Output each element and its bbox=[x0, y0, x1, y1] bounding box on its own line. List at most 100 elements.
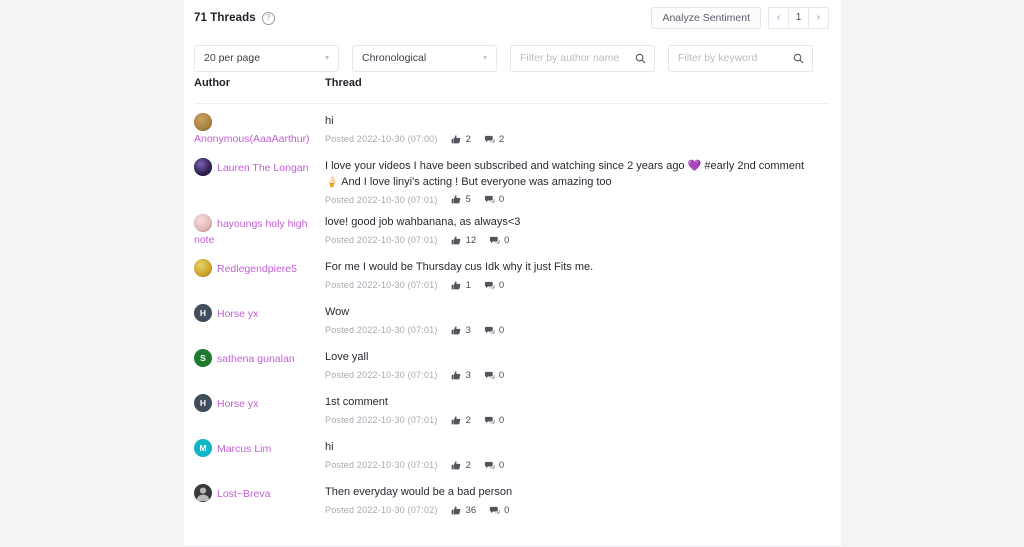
thread-author-cell: H Horse yx bbox=[194, 304, 325, 340]
comment-count: 0 bbox=[489, 505, 509, 516]
comment-count: 0 bbox=[489, 235, 509, 246]
column-header-thread: Thread bbox=[325, 77, 362, 89]
question-circle-icon[interactable]: ? bbox=[261, 11, 275, 25]
per-page-select-value: 20 per page bbox=[204, 52, 261, 64]
comment-bubble-icon bbox=[484, 280, 495, 291]
toolbar-actions: Analyze Sentiment ‹ 1 › bbox=[651, 7, 829, 29]
author-filter-box[interactable] bbox=[510, 44, 655, 72]
comment-bubble-icon bbox=[484, 370, 495, 381]
like-count-value: 36 bbox=[465, 504, 477, 516]
chevron-down-icon: ▾ bbox=[482, 53, 487, 62]
author-filter-input[interactable] bbox=[520, 52, 632, 64]
thread-text: hi bbox=[325, 441, 334, 453]
table-row: H Horse yx 1st comment Posted 2022-10-30 (0… bbox=[194, 385, 829, 430]
pagination-next-button[interactable]: › bbox=[808, 7, 829, 29]
comment-bubble-icon bbox=[484, 460, 495, 471]
table-header-row: Author Thread bbox=[194, 76, 829, 104]
pagination: ‹ 1 › bbox=[768, 7, 829, 29]
author-name-link[interactable]: Marcus Lim bbox=[217, 443, 271, 455]
avatar[interactable] bbox=[194, 113, 212, 131]
thread-meta: Posted 2022-10-30 (07:01) 3 0 bbox=[325, 370, 829, 381]
thread-meta: Posted 2022-10-30 (07:01) 2 0 bbox=[325, 415, 829, 426]
sort-order-select[interactable]: Chronological ▾ bbox=[352, 44, 497, 72]
avatar[interactable]: M bbox=[194, 439, 212, 457]
author-name-link[interactable]: Anonymous(AaaAarthur) bbox=[194, 133, 310, 145]
thread-posted-date: Posted 2022-10-30 (07:00) bbox=[325, 134, 438, 144]
table-row: Ssathena gunalan Love yall Posted 2022-10-… bbox=[194, 340, 829, 385]
comment-count: 0 bbox=[484, 370, 504, 381]
filter-bar: 20 per page ▾ Chronological ▾ bbox=[184, 36, 841, 76]
thread-posted-date: Posted 2022-10-30 (07:01) bbox=[325, 370, 438, 380]
page-root: 71 Threads ? Analyze Sentiment ‹ 1 › 20 … bbox=[0, 0, 1024, 547]
thread-content-cell: love! good job wahbanana, as always<3 Pos… bbox=[325, 214, 829, 250]
like-count-value: 3 bbox=[465, 369, 471, 381]
like-count: 36 bbox=[451, 504, 477, 516]
author-name-link[interactable]: Redlegendpiere5 bbox=[217, 263, 297, 275]
author-name-link[interactable]: Lost~Breva bbox=[217, 488, 270, 500]
avatar[interactable] bbox=[194, 158, 212, 176]
threads-count: 71 Threads ? bbox=[194, 11, 275, 25]
thumbs-up-icon bbox=[451, 235, 462, 246]
thread-text: I love your videos I have been subscribe… bbox=[325, 160, 805, 188]
per-page-select[interactable]: 20 per page ▾ bbox=[194, 44, 339, 72]
thread-meta: Posted 2022-10-30 (07:00) 2 2 bbox=[325, 134, 829, 145]
author-name-link[interactable]: Horse yx bbox=[217, 308, 258, 320]
avatar[interactable] bbox=[194, 214, 212, 232]
keyword-filter-input[interactable] bbox=[678, 52, 790, 64]
sort-order-select-value: Chronological bbox=[362, 52, 427, 64]
thread-meta: Posted 2022-10-30 (07:01) 1 0 bbox=[325, 280, 829, 291]
keyword-filter-box[interactable] bbox=[668, 44, 813, 72]
like-count: 2 bbox=[451, 134, 471, 145]
thread-content-cell: For me I would be Thursday cus Idk why i… bbox=[325, 259, 829, 295]
thread-posted-date: Posted 2022-10-30 (07:01) bbox=[325, 235, 438, 245]
like-count: 3 bbox=[451, 370, 471, 381]
threads-count-label: 71 Threads bbox=[194, 12, 256, 24]
avatar-photo bbox=[194, 113, 212, 131]
thread-meta: Posted 2022-10-30 (07:01) 12 0 bbox=[325, 235, 829, 246]
like-count: 2 bbox=[451, 415, 471, 426]
comment-count: 0 bbox=[484, 325, 504, 336]
thread-author-cell: hayoungs holy high note bbox=[194, 214, 325, 250]
thread-author-cell: Ssathena gunalan bbox=[194, 349, 325, 385]
comment-bubble-icon bbox=[484, 134, 495, 145]
table-row: Redlegendpiere5 For me I would be Thursda… bbox=[194, 250, 829, 295]
comment-count-value: 0 bbox=[504, 504, 510, 516]
thread-meta: Posted 2022-10-30 (07:01) 3 0 bbox=[325, 325, 829, 336]
threads-table: Author Thread Anonymous(AaaAarthur) hi Pos… bbox=[184, 76, 841, 520]
pagination-prev-button[interactable]: ‹ bbox=[768, 7, 789, 29]
thread-meta: Posted 2022-10-30 (07:01) 5 0 bbox=[325, 194, 829, 205]
comment-count-value: 0 bbox=[498, 324, 505, 336]
search-icon[interactable] bbox=[793, 53, 804, 64]
comment-bubble-icon bbox=[484, 325, 495, 336]
thread-content-cell: Love yall Posted 2022-10-30 (07:01) 3 0 bbox=[325, 349, 829, 385]
analyze-sentiment-button[interactable]: Analyze Sentiment bbox=[651, 7, 761, 29]
author-name-link[interactable]: sathena gunalan bbox=[217, 353, 295, 365]
avatar[interactable]: H bbox=[194, 394, 212, 412]
avatar[interactable] bbox=[194, 484, 212, 502]
like-count-value: 2 bbox=[465, 133, 471, 145]
comment-count: 0 bbox=[484, 415, 504, 426]
like-count-value: 5 bbox=[465, 194, 471, 205]
thread-content-cell: Then everyday would be a bad person Poste… bbox=[325, 484, 829, 520]
chevron-down-icon: ▾ bbox=[324, 53, 329, 62]
thumbs-up-icon bbox=[451, 325, 462, 336]
avatar[interactable] bbox=[194, 259, 212, 277]
comment-count: 0 bbox=[484, 194, 504, 205]
comment-count: 2 bbox=[484, 134, 504, 145]
thread-posted-date: Posted 2022-10-30 (07:01) bbox=[325, 325, 438, 335]
author-name-link[interactable]: Horse yx bbox=[217, 398, 258, 410]
avatar[interactable]: S bbox=[194, 349, 212, 367]
comment-count-value: 0 bbox=[498, 414, 505, 426]
search-icon[interactable] bbox=[635, 53, 646, 64]
like-count: 3 bbox=[451, 325, 471, 336]
thread-content-cell: hi Posted 2022-10-30 (07:01) 2 0 bbox=[325, 439, 829, 475]
author-name-link[interactable]: Lauren The Longan bbox=[217, 162, 308, 174]
avatar[interactable]: H bbox=[194, 304, 212, 322]
comment-count-value: 0 bbox=[498, 459, 505, 471]
table-row: Lost~Breva Then everyday would be a bad p… bbox=[194, 475, 829, 520]
thread-content-cell: I love your videos I have been subscribe… bbox=[325, 158, 829, 205]
comment-count-value: 0 bbox=[498, 194, 505, 205]
pagination-page-1[interactable]: 1 bbox=[788, 7, 809, 29]
thread-author-cell: Redlegendpiere5 bbox=[194, 259, 325, 295]
like-count: 5 bbox=[451, 194, 471, 205]
